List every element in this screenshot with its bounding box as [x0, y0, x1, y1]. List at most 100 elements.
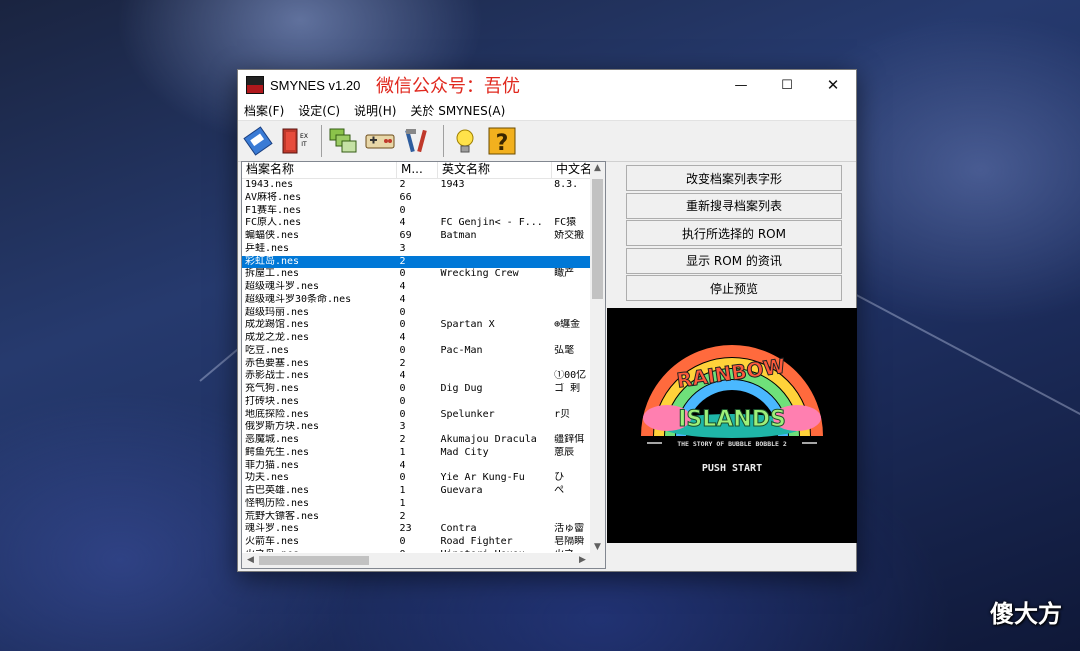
cell-english-name: Yie Ar Kung-Fu: [440, 472, 525, 484]
change-list-font-button[interactable]: 改变档案列表字形: [626, 165, 842, 191]
list-item[interactable]: 1943.nes 2 1943 8.3.: [242, 179, 591, 192]
cell-mapper: 4: [399, 332, 406, 343]
wallpaper-streak: [829, 280, 1080, 423]
cell-english-name: [437, 256, 551, 269]
cell-mapper: 2: [399, 179, 406, 190]
list-header: 档案名称 M... 英文名称 中文名: [242, 162, 605, 179]
list-item[interactable]: FC原人.nes 4 FC Genjin< - F... FC猿: [242, 217, 591, 230]
horizontal-scrollbar[interactable]: ◀ ▶: [242, 553, 591, 568]
cell-mapper: 4: [399, 459, 406, 471]
list-item[interactable]: 彩虹岛.nes 2: [242, 255, 591, 269]
scroll-left-icon[interactable]: ◀: [243, 555, 258, 565]
cell-mapper: 4: [399, 281, 406, 292]
scroll-down-icon[interactable]: ▼: [590, 542, 605, 552]
toolbar-separator: [321, 125, 322, 157]
exit-icon[interactable]: EX IT: [279, 125, 311, 157]
maximize-button[interactable]: ☐: [764, 70, 810, 100]
game-preview: RAINBOW ISLANDS THE STORY OF BUBBLE BOBB…: [607, 308, 857, 543]
rom-info-button[interactable]: 显示 ROM 的资讯: [626, 247, 842, 274]
help-question-icon[interactable]: ?: [486, 125, 518, 157]
column-chinese-name[interactable]: 中文名: [552, 162, 592, 178]
stop-preview-button[interactable]: 停止预览: [626, 275, 842, 301]
controller-icon[interactable]: [364, 125, 396, 157]
list-item[interactable]: 超级玛丽.nes 0: [242, 307, 591, 320]
list-item[interactable]: 古巴英雄.nes 1 Guevara ぺ: [242, 485, 591, 498]
horizontal-scroll-thumb[interactable]: [259, 556, 369, 565]
list-item[interactable]: 吃豆.nes 0 Pac-Man 弘氅: [242, 345, 591, 358]
menu-file[interactable]: 档案(F): [244, 102, 284, 119]
cell-english-name: Wrecking Crew: [440, 268, 519, 280]
cell-mapper: 0: [399, 306, 406, 318]
minimize-button[interactable]: —: [718, 70, 764, 100]
cell-filename: 恶魔城.nes: [245, 434, 300, 445]
cell-mapper: 0: [399, 472, 406, 484]
cell-english-name: Hinotori Houou...: [437, 549, 551, 552]
cell-english-name: [437, 332, 551, 345]
title-bar[interactable]: SMYNES v1.20 微信公众号：吾优 — ☐ ✕: [238, 70, 856, 100]
list-item[interactable]: 赤色要塞.nes 2: [242, 358, 591, 371]
list-item[interactable]: 成龙之龙.nes 4: [242, 332, 591, 345]
cell-chinese-name: [551, 192, 591, 205]
rom-list-icon[interactable]: [327, 125, 359, 157]
cell-english-name: [437, 243, 551, 256]
scroll-right-icon[interactable]: ▶: [575, 555, 590, 565]
cell-filename: 地底探险.nes: [245, 408, 310, 420]
menu-about[interactable]: 关於 SMYNES(A): [410, 102, 505, 119]
cell-filename: 超级魂斗罗.nes: [245, 281, 320, 292]
cell-mapper: 3: [399, 421, 406, 433]
list-item[interactable]: 俄罗斯方块.nes 3: [242, 421, 591, 434]
cell-mapper: 0: [399, 536, 406, 547]
close-button[interactable]: ✕: [810, 70, 856, 100]
list-item[interactable]: 魂斗罗.nes 23 Contra 活ゅ霤: [242, 523, 591, 536]
cell-chinese-name: [551, 294, 591, 307]
rescan-list-button[interactable]: 重新搜寻档案列表: [626, 192, 842, 219]
list-item[interactable]: 地底探险.nes 0 Spelunker r贝: [242, 409, 591, 422]
cell-english-name: 1943: [440, 179, 465, 190]
cell-filename: 1943.nes: [245, 179, 294, 190]
column-mapper[interactable]: M...: [397, 162, 438, 178]
list-item[interactable]: 火之鸟.nes0Hinotori Houou...火之: [242, 549, 591, 552]
list-item[interactable]: 菲力猫.nes 4: [242, 460, 591, 473]
cell-chinese-name: 葸辰: [554, 446, 575, 458]
list-item[interactable]: AV麻将.nes 66: [242, 192, 591, 205]
list-item[interactable]: 功夫.nes 0 Yie Ar Kung-Fu ひ: [242, 472, 591, 485]
list-item[interactable]: 成龙踢馆.nes 0 Spartan X ⊕纏金: [242, 319, 591, 332]
list-item[interactable]: 赤影战士.nes 4 ①00亿: [242, 370, 591, 383]
cell-english-name: Mad City: [440, 446, 489, 458]
tools-icon[interactable]: [401, 125, 433, 157]
scroll-up-icon[interactable]: ▲: [590, 163, 605, 173]
list-item[interactable]: 超级魂斗罗.nes 4: [242, 281, 591, 294]
menu-settings[interactable]: 设定(C): [298, 102, 340, 119]
watermark-part2: 大方: [1014, 600, 1062, 628]
cell-chinese-name: [551, 205, 591, 218]
vertical-scrollbar[interactable]: ▲ ▼: [590, 162, 605, 553]
rom-list[interactable]: 档案名称 M... 英文名称 中文名 1943.nes 2 1943 8.3. AV麻将…: [241, 161, 606, 569]
cell-english-name: [437, 281, 551, 294]
run-rom-button[interactable]: 执行所选择的 ROM: [626, 220, 842, 246]
list-item[interactable]: 荒野大镖客.nes 2: [242, 511, 591, 524]
cell-chinese-name: ⊕纏金: [554, 319, 581, 331]
list-item[interactable]: 乒蛙.nes 3: [242, 243, 591, 256]
list-item[interactable]: 蝙蝠侠.nes 69 Batman 娇交搬: [242, 230, 591, 243]
list-item[interactable]: F1赛车.nes 0: [242, 205, 591, 218]
cell-english-name: [437, 511, 551, 524]
list-item[interactable]: 打砖块.nes 0: [242, 396, 591, 409]
list-item[interactable]: 拆屋工.nes 0 Wrecking Crew 瞰产: [242, 268, 591, 281]
cell-mapper: 0: [399, 395, 406, 407]
open-rom-icon[interactable]: [242, 125, 274, 157]
column-english-name[interactable]: 英文名称: [438, 162, 552, 178]
list-item[interactable]: 充气狗.nes 0 Dig Dug ゴ 剌: [242, 383, 591, 396]
column-filename[interactable]: 档案名称: [242, 162, 397, 178]
list-item[interactable]: 恶魔城.nes 2 Akumajou Dracula 疆鋅佴: [242, 434, 591, 447]
list-item[interactable]: 鳄鱼先生.nes 1 Mad City 葸辰: [242, 447, 591, 460]
cell-filename: 火之鸟.nes: [242, 549, 397, 552]
window-title: SMYNES v1.20: [270, 77, 361, 93]
cell-filename: 打砖块.nes: [245, 395, 300, 407]
vertical-scroll-thumb[interactable]: [592, 179, 603, 299]
list-item[interactable]: 火箭车.nes 0 Road Fighter 皂隔瞬: [242, 536, 591, 549]
hint-bulb-icon[interactable]: [449, 125, 481, 157]
list-item[interactable]: 怪鸭历险.nes 1: [242, 498, 591, 511]
cell-english-name: [437, 396, 551, 409]
list-item[interactable]: 超级魂斗罗30条命.nes 4: [242, 294, 591, 307]
menu-help[interactable]: 说明(H): [354, 102, 396, 119]
